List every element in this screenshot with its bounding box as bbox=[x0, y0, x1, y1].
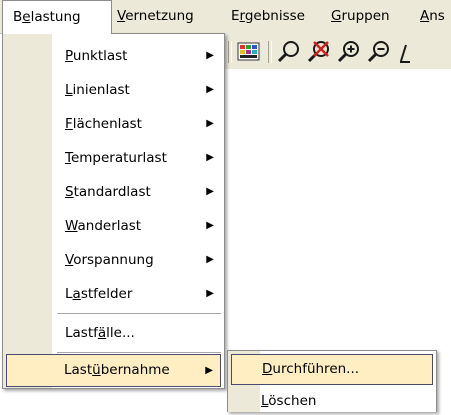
submenu-arrow-icon: ▶ bbox=[206, 186, 214, 197]
menu-item-linienlast[interactable]: Linienlast ▶ bbox=[3, 72, 224, 108]
overflow-icon[interactable] bbox=[396, 39, 416, 65]
submenu-arrow-icon: ▶ bbox=[206, 220, 214, 231]
zoom-out-icon[interactable] bbox=[366, 39, 392, 65]
menu-item-label: Lastübernahme bbox=[64, 362, 170, 378]
menu-separator bbox=[57, 352, 221, 353]
menu-label-mnemonic: A bbox=[420, 8, 430, 24]
menu-item-punktlast[interactable]: Punktlast ▶ bbox=[3, 38, 224, 74]
menu-separator bbox=[57, 313, 221, 314]
menu-item-durchfuehren[interactable]: Durchführen... bbox=[231, 354, 433, 385]
lastuebernahme-submenu: Durchführen... Löschen bbox=[227, 350, 437, 412]
menu-item-lastfelder[interactable]: Lastfelder ▶ bbox=[3, 276, 224, 312]
submenu-arrow-icon: ▶ bbox=[206, 288, 214, 299]
submenu-arrow-icon: ▶ bbox=[206, 50, 214, 61]
menu-item-label: Linienlast bbox=[65, 82, 130, 98]
menu-item-label: Flächenlast bbox=[65, 116, 142, 132]
menu-label-mnemonic: G bbox=[331, 8, 342, 24]
menu-gruppen[interactable]: Gruppen bbox=[331, 0, 390, 33]
menu-ergebnisse[interactable]: Ergebnisse bbox=[231, 0, 305, 33]
menu-label: ruppen bbox=[341, 8, 390, 24]
menu-ansicht[interactable]: Ans bbox=[420, 0, 445, 33]
zoom-icon[interactable] bbox=[276, 39, 302, 65]
menu-belastung[interactable]: Belastung bbox=[2, 0, 112, 34]
menu-label: B bbox=[13, 9, 23, 25]
submenu-arrow-icon: ▶ bbox=[206, 84, 214, 95]
menu-bar: Belastung Vernetzung Ergebnisse Gruppen … bbox=[0, 0, 451, 34]
menu-label: gebnisse bbox=[244, 8, 305, 24]
toolbar bbox=[225, 33, 451, 69]
menu-item-vorspannung[interactable]: Vorspannung ▶ bbox=[3, 242, 224, 278]
menu-item-label: Vorspannung bbox=[65, 252, 154, 268]
menu-item-loeschen[interactable]: Löschen bbox=[228, 387, 436, 415]
menu-item-label: Lastfälle... bbox=[65, 325, 135, 341]
menu-item-label: Löschen bbox=[261, 393, 317, 409]
menu-item-lastfaelle[interactable]: Lastfälle... bbox=[3, 315, 224, 351]
menu-label: lastung bbox=[30, 9, 81, 25]
belastung-menu: Punktlast ▶ Linienlast ▶ Flächenlast ▶ T… bbox=[2, 33, 225, 389]
submenu-arrow-icon: ▶ bbox=[206, 254, 214, 265]
menu-item-label: Punktlast bbox=[65, 48, 128, 64]
menu-label-mnemonic: e bbox=[22, 9, 31, 25]
zoom-disabled-icon[interactable] bbox=[306, 39, 332, 65]
submenu-arrow-icon: ▶ bbox=[206, 152, 214, 163]
menu-item-label: Lastfelder bbox=[65, 286, 133, 302]
menu-label-mnemonic: V bbox=[117, 8, 126, 24]
zoom-in-icon[interactable] bbox=[336, 39, 362, 65]
submenu-arrow-icon: ▶ bbox=[205, 365, 213, 376]
menu-vernetzung[interactable]: Vernetzung bbox=[117, 0, 194, 33]
menu-item-temperaturlast[interactable]: Temperaturlast ▶ bbox=[3, 140, 224, 176]
menu-item-lastuebernahme[interactable]: Lastübernahme ▶ bbox=[6, 354, 221, 387]
menu-item-label: Standardlast bbox=[65, 184, 151, 200]
submenu-arrow-icon: ▶ bbox=[206, 118, 214, 129]
menu-label: E bbox=[231, 8, 240, 24]
menu-item-label: Durchführen... bbox=[262, 361, 360, 377]
menu-item-label: Wanderlast bbox=[65, 218, 142, 234]
menu-label: ns bbox=[429, 8, 445, 24]
menu-item-label: Temperaturlast bbox=[65, 150, 167, 166]
menu-label: ernetzung bbox=[125, 8, 194, 24]
menu-item-flaechenlast[interactable]: Flächenlast ▶ bbox=[3, 106, 224, 142]
menu-item-wanderlast[interactable]: Wanderlast ▶ bbox=[3, 208, 224, 244]
toolbar-separator bbox=[268, 41, 272, 63]
toolbar-separator bbox=[228, 41, 232, 63]
color-palette-icon[interactable] bbox=[236, 39, 262, 65]
menu-item-standardlast[interactable]: Standardlast ▶ bbox=[3, 174, 224, 210]
